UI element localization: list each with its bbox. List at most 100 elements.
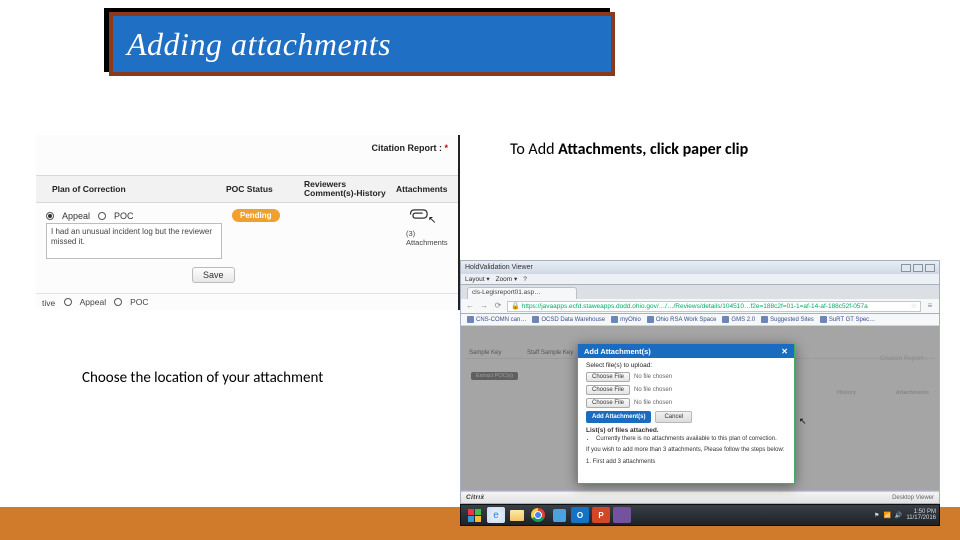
paperclip-icon[interactable] [408, 207, 428, 223]
save-button[interactable]: Save [192, 267, 235, 283]
radio-appeal-label: Appeal [62, 211, 90, 221]
system-tray[interactable]: ⚑ 📶 🔊 1:50 PM 11/17/2016 [874, 509, 936, 521]
bookmark-icon [611, 316, 618, 323]
grid-row-2: tive Appeal POC [36, 293, 458, 311]
choose-file-button-1[interactable]: Choose File [586, 372, 630, 382]
viewer-toolbar[interactable]: Layout ▾ Zoom ▾ ? [460, 274, 940, 285]
browser-tab[interactable]: cls-Legisreport01.asp… [467, 287, 577, 299]
window-titlebar[interactable]: HoldValidation Viewer [460, 260, 940, 274]
bookmark-item[interactable]: Ohio RSA Work Space [647, 316, 717, 323]
tray-volume-icon[interactable]: 🔊 [895, 512, 902, 519]
title-text: Adding attachments [127, 26, 391, 63]
modal-titlebar[interactable]: Add Attachment(s) ✕ [578, 344, 794, 358]
cursor-icon: ↖ [428, 215, 436, 226]
bookmark-label: CNS-COMN can… [476, 317, 526, 323]
radio-appeal[interactable] [46, 212, 54, 220]
taskbar-ie-icon[interactable]: e [487, 507, 505, 523]
maximize-button[interactable] [913, 264, 923, 272]
zoom-menu[interactable]: Zoom ▾ [496, 275, 518, 283]
radio-poc[interactable] [98, 212, 106, 220]
tray-flag-icon[interactable]: ⚑ [874, 512, 879, 519]
start-button[interactable] [464, 507, 484, 523]
cancel-button[interactable]: Cancel [655, 411, 692, 423]
minimize-button[interactable] [901, 264, 911, 272]
citrix-viewer-label: Desktop Viewer [892, 495, 934, 501]
bookmark-label: GMS 2.0 [731, 317, 755, 323]
bookmark-item[interactable]: OCSD Data Warehouse [532, 316, 605, 323]
instruction-add-attachments: To Add Attachments, click paper clip [510, 140, 748, 159]
nav-back-icon[interactable]: ← [465, 301, 475, 311]
radio-poc-2[interactable] [114, 298, 122, 306]
empty-attachments-text: Currently there is no attachments availa… [596, 436, 786, 442]
page-content-area: Sample Key Staff Sample Key Explanation … [460, 326, 940, 491]
bookmark-icon [761, 316, 768, 323]
window-controls[interactable] [901, 264, 935, 272]
choose-file-button-3[interactable]: Choose File [586, 398, 630, 408]
window-title: HoldValidation Viewer [465, 264, 533, 271]
screenshot-add-attachment-dialog: HoldValidation Viewer Layout ▾ Zoom ▾ ? … [460, 260, 940, 505]
taskbar-app-icon[interactable] [550, 507, 568, 523]
clock-date: 11/17/2016 [906, 515, 936, 521]
radio-appeal-2[interactable] [64, 298, 72, 306]
help-menu[interactable]: ? [523, 276, 527, 283]
menu-icon[interactable]: ≡ [925, 301, 935, 311]
radio-poc-label-2: POC [130, 297, 148, 307]
bookmark-icon [532, 316, 539, 323]
citation-report-label: Citation Report : * [371, 143, 448, 153]
modal-body: Select file(s) to upload: Choose File No… [578, 358, 794, 470]
no-file-label-1: No file chosen [634, 374, 672, 380]
browser-tabstrip[interactable]: cls-Legisreport01.asp… [460, 285, 940, 299]
bookmark-item[interactable]: CNS-COMN can… [467, 316, 526, 323]
nav-reload-icon[interactable]: ⟳ [493, 301, 503, 311]
bookmark-label: SuRT GT Spec… [829, 317, 875, 323]
taskbar-other-icon[interactable] [613, 507, 631, 523]
citation-text: Citation Report : [371, 143, 442, 153]
windows-taskbar[interactable]: e O P ⚑ 📶 🔊 1:50 PM 11/17/2016 [460, 504, 940, 526]
tray-network-icon[interactable]: 📶 [883, 512, 890, 519]
cursor-icon: ↖ [799, 416, 807, 427]
bookmark-item[interactable]: SuRT GT Spec… [820, 316, 875, 323]
col-poc-status: POC Status [226, 184, 304, 194]
empty-attachments-note: Currently there is no attachments availa… [596, 436, 786, 442]
citrix-brand: Citrıẋ [466, 494, 484, 501]
bookmark-item[interactable]: myOhio [611, 316, 641, 323]
modal-close-icon[interactable]: ✕ [781, 347, 788, 356]
taskbar-outlook-icon[interactable]: O [571, 507, 589, 523]
screenshot-poc-grid: Citation Report : * Plan of Correction P… [36, 135, 460, 310]
col-plan-of-correction: Plan of Correction [36, 184, 226, 194]
attachment-count-label[interactable]: (3) Attachments [406, 229, 458, 247]
status-pending-badge: Pending [232, 209, 280, 222]
row2-prefix: tive [42, 298, 55, 308]
layout-menu[interactable]: Layout ▾ [465, 275, 490, 283]
bookmark-icon [647, 316, 654, 323]
url-field[interactable]: 🔒 https://javaapps.ecfd.staweapps.dodd.o… [507, 301, 921, 312]
modal-action-row: Add Attachment(s) Cancel [586, 411, 786, 423]
bookmark-item[interactable]: GMS 2.0 [722, 316, 755, 323]
nav-forward-icon[interactable]: → [479, 301, 489, 311]
instruction-choose-location: Choose the location of your attachment [82, 369, 323, 387]
bookmark-star-icon[interactable]: ☆ [911, 302, 917, 310]
browser-address-bar[interactable]: ← → ⟳ 🔒 https://javaapps.ecfd.staweapps.… [460, 299, 940, 314]
add-attachment-modal: Add Attachment(s) ✕ Select file(s) to up… [577, 344, 795, 484]
file-row-2: Choose File No file chosen [586, 385, 786, 395]
taskbar-folder-icon[interactable] [508, 507, 526, 523]
add-attachment-button[interactable]: Add Attachment(s) [586, 411, 651, 423]
url-text: https://javaapps.ecfd.staweapps.dodd.ohi… [522, 303, 868, 310]
taskbar-clock[interactable]: 1:50 PM 11/17/2016 [906, 509, 936, 521]
radio-poc-label: POC [114, 211, 134, 221]
bookmarks-bar[interactable]: CNS-COMN can… OCSD Data Warehouse myOhio… [460, 314, 940, 326]
choose-file-button-2[interactable]: Choose File [586, 385, 630, 395]
grid-header-row: Plan of Correction POC Status Reviewers … [36, 175, 458, 203]
bookmark-item[interactable]: Suggested Sites [761, 316, 814, 323]
taskbar-powerpoint-icon[interactable]: P [592, 507, 610, 523]
close-button[interactable] [925, 264, 935, 272]
select-files-label: Select file(s) to upload: [586, 362, 786, 369]
appeal-poc-radio-group[interactable]: Appeal POC [46, 211, 134, 221]
radio-appeal-label-2: Appeal [80, 297, 106, 307]
bookmark-label: myOhio [620, 317, 641, 323]
correction-note-textarea[interactable]: I had an unusual incident log but the re… [46, 223, 222, 259]
taskbar-chrome-icon[interactable] [529, 507, 547, 523]
instr1-pre: To Add [510, 140, 558, 159]
appeal-poc-radio-group-2[interactable]: Appeal POC [64, 297, 149, 307]
required-asterisk: * [444, 143, 448, 153]
